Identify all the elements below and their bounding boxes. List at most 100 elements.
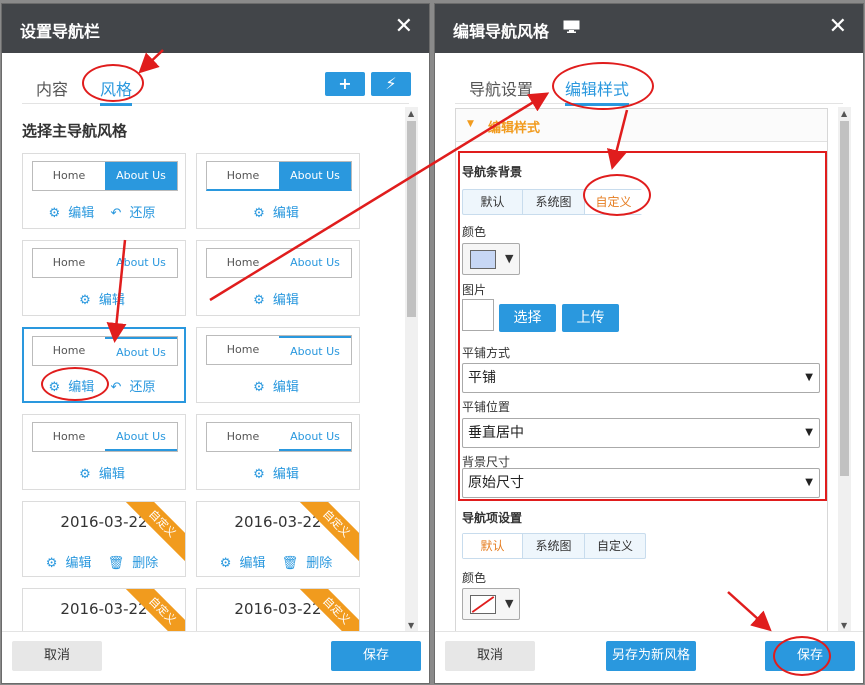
nav-preview: Home About Us (32, 161, 178, 191)
preview-about: About Us (279, 336, 351, 364)
scroll-thumb[interactable] (840, 121, 849, 476)
no-color-icon (470, 595, 496, 614)
card-actions: ⚙ 编辑 ↶ 还原 (23, 202, 185, 221)
custom-style-card[interactable]: 2016-03-22 自定义 (22, 588, 186, 632)
edit-label: 编辑 (98, 293, 125, 308)
item-option-default[interactable]: 默认 (463, 534, 523, 558)
preview-home: Home (52, 169, 86, 182)
edit-label: 编辑 (239, 556, 266, 571)
style-card[interactable]: Home About Us ⚙ 编辑 (196, 414, 360, 490)
annotation-circle (583, 174, 651, 216)
nav-preview: Home About Us (206, 335, 352, 365)
delete-label: 删除 (132, 556, 159, 571)
scroll-up-icon[interactable]: ▲ (408, 109, 414, 118)
nav-preview: Home About Us (32, 336, 178, 366)
item-color-picker[interactable]: ▼ (462, 588, 520, 620)
edit-label: 编辑 (272, 206, 299, 221)
add-button[interactable]: + (325, 72, 365, 96)
style-card[interactable]: Home About Us ⚙ 编辑 (196, 153, 360, 229)
nav-settings-dialog: 设置导航栏 ✕ 内容 风格 + ⚡ 选择主导航风格 Home About Us … (1, 3, 430, 684)
scrollbar[interactable]: ▲ ▼ (405, 107, 418, 632)
preview-about: About Us (105, 423, 177, 451)
edit-link[interactable]: ⚙ 编辑 (220, 556, 270, 571)
nav-preview: Home About Us (32, 422, 178, 452)
card-actions: ⚙ 编辑 🗑 删除 (23, 552, 185, 571)
close-icon[interactable]: ✕ (829, 14, 847, 39)
restore-label: 还原 (129, 206, 156, 221)
item-option-system[interactable]: 系统图 (523, 534, 585, 558)
edit-link[interactable]: ⚙ 编辑 (253, 293, 303, 308)
dialog-titlebar: 设置导航栏 ✕ (2, 4, 429, 53)
item-color-label: 颜色 (462, 571, 487, 585)
style-card[interactable]: Home About Us ⚙ 编辑 (196, 240, 360, 316)
annotation-circle (552, 62, 654, 110)
preview-about: About Us (279, 162, 351, 190)
dialog-title: 编辑导航风格 (453, 22, 550, 41)
restore-link[interactable]: ↶ 还原 (110, 380, 159, 395)
custom-style-card[interactable]: 2016-03-22 自定义 (196, 588, 360, 632)
custom-style-card[interactable]: 2016-03-22 自定义 ⚙ 编辑 🗑 删除 (22, 501, 186, 577)
edit-label: 编辑 (272, 380, 299, 395)
card-actions: ⚙ 编辑 (23, 463, 185, 482)
monitor-icon (563, 20, 580, 33)
edit-label: 编辑 (272, 293, 299, 308)
card-actions: ⚙ 编辑 (197, 376, 359, 395)
card-actions: ⚙ 编辑 (197, 463, 359, 482)
edit-link[interactable]: ⚙ 编辑 (79, 467, 129, 482)
section-title: 选择主导航风格 (22, 122, 128, 140)
cancel-button[interactable]: 取消 (12, 641, 102, 671)
edit-link[interactable]: ⚙ 编辑 (49, 206, 99, 221)
flash-button[interactable]: ⚡ (371, 72, 411, 96)
preview-home: Home (226, 256, 260, 269)
style-card[interactable]: Home About Us ⚙ 编辑 (22, 240, 186, 316)
chevron-down-icon: ▼ (505, 597, 514, 610)
item-option-custom[interactable]: 自定义 (585, 534, 645, 558)
restore-link[interactable]: ↶ 还原 (110, 206, 159, 221)
item-section-label: 导航项设置 (462, 511, 523, 525)
close-icon[interactable]: ✕ (395, 14, 413, 39)
scroll-up-icon[interactable]: ▲ (841, 109, 847, 118)
style-card[interactable]: Home About Us ⚙ 编辑 (196, 327, 360, 403)
preview-home: Home (226, 343, 260, 356)
nav-preview: Home About Us (206, 248, 352, 278)
save-button[interactable]: 保存 (331, 641, 421, 671)
dialog-title: 设置导航栏 (20, 22, 101, 41)
item-source-tabs: 默认 系统图 自定义 (462, 533, 646, 559)
edit-link[interactable]: ⚙ 编辑 (46, 556, 96, 571)
custom-style-card[interactable]: 2016-03-22 自定义 ⚙ 编辑 🗑 删除 (196, 501, 360, 577)
cancel-button[interactable]: 取消 (445, 641, 535, 671)
delete-label: 删除 (306, 556, 333, 571)
style-card[interactable]: Home About Us ⚙ 编辑 ↶ 还原 (22, 153, 186, 229)
preview-about: About Us (279, 423, 351, 451)
preview-home: Home (52, 344, 86, 357)
scroll-down-icon[interactable]: ▼ (408, 621, 414, 630)
card-actions: ⚙ 编辑 (197, 289, 359, 308)
preview-home: Home (52, 256, 86, 269)
scroll-down-icon[interactable]: ▼ (841, 621, 847, 630)
nav-preview: Home About Us (32, 248, 178, 278)
preview-home: Home (226, 430, 260, 443)
preview-home: Home (52, 430, 86, 443)
dialog-footer: 取消 保存 (2, 631, 429, 683)
edit-link[interactable]: ⚙ 编辑 (253, 380, 303, 395)
scrollbar[interactable]: ▲ ▼ (838, 107, 851, 632)
edit-link[interactable]: ⚙ 编辑 (79, 293, 129, 308)
save-as-new-style-button[interactable]: 另存为新风格 (606, 641, 696, 671)
style-card[interactable]: Home About Us ⚙ 编辑 (22, 414, 186, 490)
edit-link[interactable]: ⚙ 编辑 (253, 467, 303, 482)
edit-label: 编辑 (98, 467, 125, 482)
preview-about: About Us (116, 256, 166, 269)
edit-label: 编辑 (65, 556, 92, 571)
panel-header[interactable]: ▼ 编辑样式 (456, 109, 827, 142)
nav-preview: Home About Us (206, 161, 352, 191)
delete-link[interactable]: 🗑 删除 (108, 556, 163, 571)
tab-nav-settings[interactable]: 导航设置 (469, 76, 533, 100)
tab-content[interactable]: 内容 (36, 76, 68, 100)
card-actions: ⚙ 编辑 (197, 202, 359, 221)
preview-home: Home (226, 169, 260, 182)
delete-link[interactable]: 🗑 删除 (282, 556, 337, 571)
scroll-thumb[interactable] (407, 121, 416, 317)
collapse-caret-icon: ▼ (467, 119, 474, 129)
card-actions: ⚙ 编辑 🗑 删除 (197, 552, 359, 571)
edit-link[interactable]: ⚙ 编辑 (253, 206, 303, 221)
